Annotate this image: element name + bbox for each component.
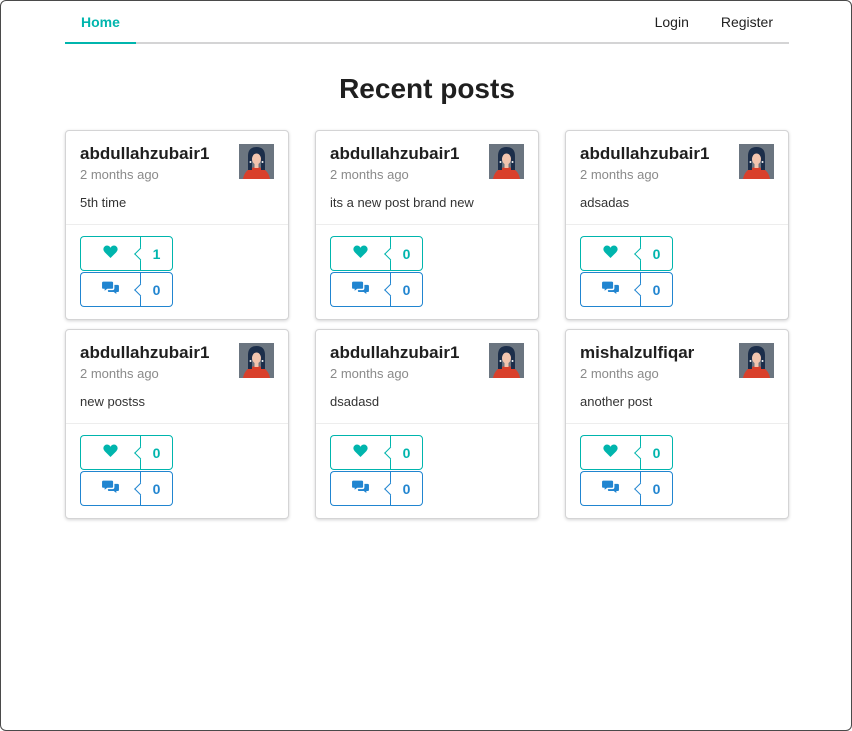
post-card[interactable]: mishalzulfiqar 2 months ago another post… bbox=[565, 329, 789, 519]
post-body: another post bbox=[580, 394, 653, 409]
post-actions: 1 0 bbox=[66, 225, 288, 307]
comment-count: 0 bbox=[640, 471, 673, 506]
heart-icon bbox=[103, 245, 118, 263]
post-card-content: abdullahzubair1 2 months ago 5th time bbox=[66, 131, 288, 225]
post-card-content: abdullahzubair1 2 months ago its a new p… bbox=[316, 131, 538, 225]
comment-button[interactable]: 0 bbox=[330, 471, 423, 506]
post-card[interactable]: abdullahzubair1 2 months ago 5th time 1 bbox=[65, 130, 289, 320]
heart-icon bbox=[603, 245, 618, 263]
post-body: dsadasd bbox=[330, 394, 380, 409]
comments-icon bbox=[102, 281, 119, 299]
nav-right: Login Register bbox=[639, 1, 789, 42]
top-nav: Home Login Register bbox=[65, 1, 789, 44]
comment-button-icon-part[interactable] bbox=[330, 471, 390, 506]
avatar bbox=[239, 343, 274, 378]
post-actions: 0 0 bbox=[316, 424, 538, 506]
comment-button-icon-part[interactable] bbox=[80, 272, 140, 307]
comment-button[interactable]: 0 bbox=[80, 272, 173, 307]
post-card-content: abdullahzubair1 2 months ago dsadasd bbox=[316, 330, 538, 424]
comment-button[interactable]: 0 bbox=[330, 272, 423, 307]
comment-button-icon-part[interactable] bbox=[580, 471, 640, 506]
comments-icon bbox=[352, 281, 369, 299]
like-button-icon-part[interactable] bbox=[330, 236, 390, 271]
post-card-content: mishalzulfiqar 2 months ago another post bbox=[566, 330, 788, 424]
comments-icon bbox=[102, 480, 119, 498]
post-card[interactable]: abdullahzubair1 2 months ago its a new p… bbox=[315, 130, 539, 320]
comment-count: 0 bbox=[390, 471, 423, 506]
nav-login[interactable]: Login bbox=[639, 1, 705, 42]
post-card[interactable]: abdullahzubair1 2 months ago adsadas 0 0 bbox=[565, 130, 789, 320]
like-count: 1 bbox=[140, 236, 173, 271]
like-button[interactable]: 0 bbox=[330, 236, 423, 271]
post-actions: 0 0 bbox=[566, 424, 788, 506]
comment-button-icon-part[interactable] bbox=[80, 471, 140, 506]
like-button-icon-part[interactable] bbox=[580, 435, 640, 470]
post-body: new postss bbox=[80, 394, 146, 409]
post-actions: 0 0 bbox=[316, 225, 538, 307]
like-button-icon-part[interactable] bbox=[80, 435, 140, 470]
comments-icon bbox=[602, 480, 619, 498]
avatar bbox=[489, 343, 524, 378]
like-count: 0 bbox=[390, 236, 423, 271]
like-button[interactable]: 0 bbox=[80, 435, 173, 470]
comment-count: 0 bbox=[140, 471, 173, 506]
comment-button-icon-part[interactable] bbox=[330, 272, 390, 307]
post-body: 5th time bbox=[80, 195, 127, 210]
comment-button-icon-part[interactable] bbox=[580, 272, 640, 307]
heart-icon bbox=[103, 444, 118, 462]
like-button[interactable]: 0 bbox=[580, 435, 673, 470]
heart-icon bbox=[353, 444, 368, 462]
like-button-icon-part[interactable] bbox=[330, 435, 390, 470]
comment-count: 0 bbox=[640, 272, 673, 307]
post-card[interactable]: abdullahzubair1 2 months ago dsadasd 0 0 bbox=[315, 329, 539, 519]
comment-button[interactable]: 0 bbox=[580, 471, 673, 506]
nav-home[interactable]: Home bbox=[65, 1, 136, 44]
comments-icon bbox=[352, 480, 369, 498]
comments-icon bbox=[602, 281, 619, 299]
like-button[interactable]: 0 bbox=[330, 435, 423, 470]
comment-button[interactable]: 0 bbox=[580, 272, 673, 307]
avatar bbox=[739, 144, 774, 179]
like-count: 0 bbox=[640, 236, 673, 271]
post-card-content: abdullahzubair1 2 months ago new postss bbox=[66, 330, 288, 424]
nav-register[interactable]: Register bbox=[705, 1, 789, 42]
post-body: adsadas bbox=[580, 195, 630, 210]
avatar bbox=[739, 343, 774, 378]
like-count: 0 bbox=[390, 435, 423, 470]
like-button[interactable]: 0 bbox=[580, 236, 673, 271]
heart-icon bbox=[603, 444, 618, 462]
post-body: its a new post brand new bbox=[330, 195, 474, 210]
like-button-icon-part[interactable] bbox=[580, 236, 640, 271]
like-button[interactable]: 1 bbox=[80, 236, 173, 271]
avatar bbox=[489, 144, 524, 179]
post-card[interactable]: abdullahzubair1 2 months ago new postss … bbox=[65, 329, 289, 519]
like-button-icon-part[interactable] bbox=[80, 236, 140, 271]
post-actions: 0 0 bbox=[66, 424, 288, 506]
comment-count: 0 bbox=[390, 272, 423, 307]
page-title: Recent posts bbox=[339, 73, 515, 104]
comment-count: 0 bbox=[140, 272, 173, 307]
posts-grid: abdullahzubair1 2 months ago 5th time 1 bbox=[65, 130, 789, 519]
comment-button[interactable]: 0 bbox=[80, 471, 173, 506]
like-count: 0 bbox=[640, 435, 673, 470]
like-count: 0 bbox=[140, 435, 173, 470]
app-container: Home Login Register Recent posts abdulla… bbox=[65, 1, 789, 519]
post-actions: 0 0 bbox=[566, 225, 788, 307]
post-card-content: abdullahzubair1 2 months ago adsadas bbox=[566, 131, 788, 225]
heart-icon bbox=[353, 245, 368, 263]
avatar bbox=[239, 144, 274, 179]
